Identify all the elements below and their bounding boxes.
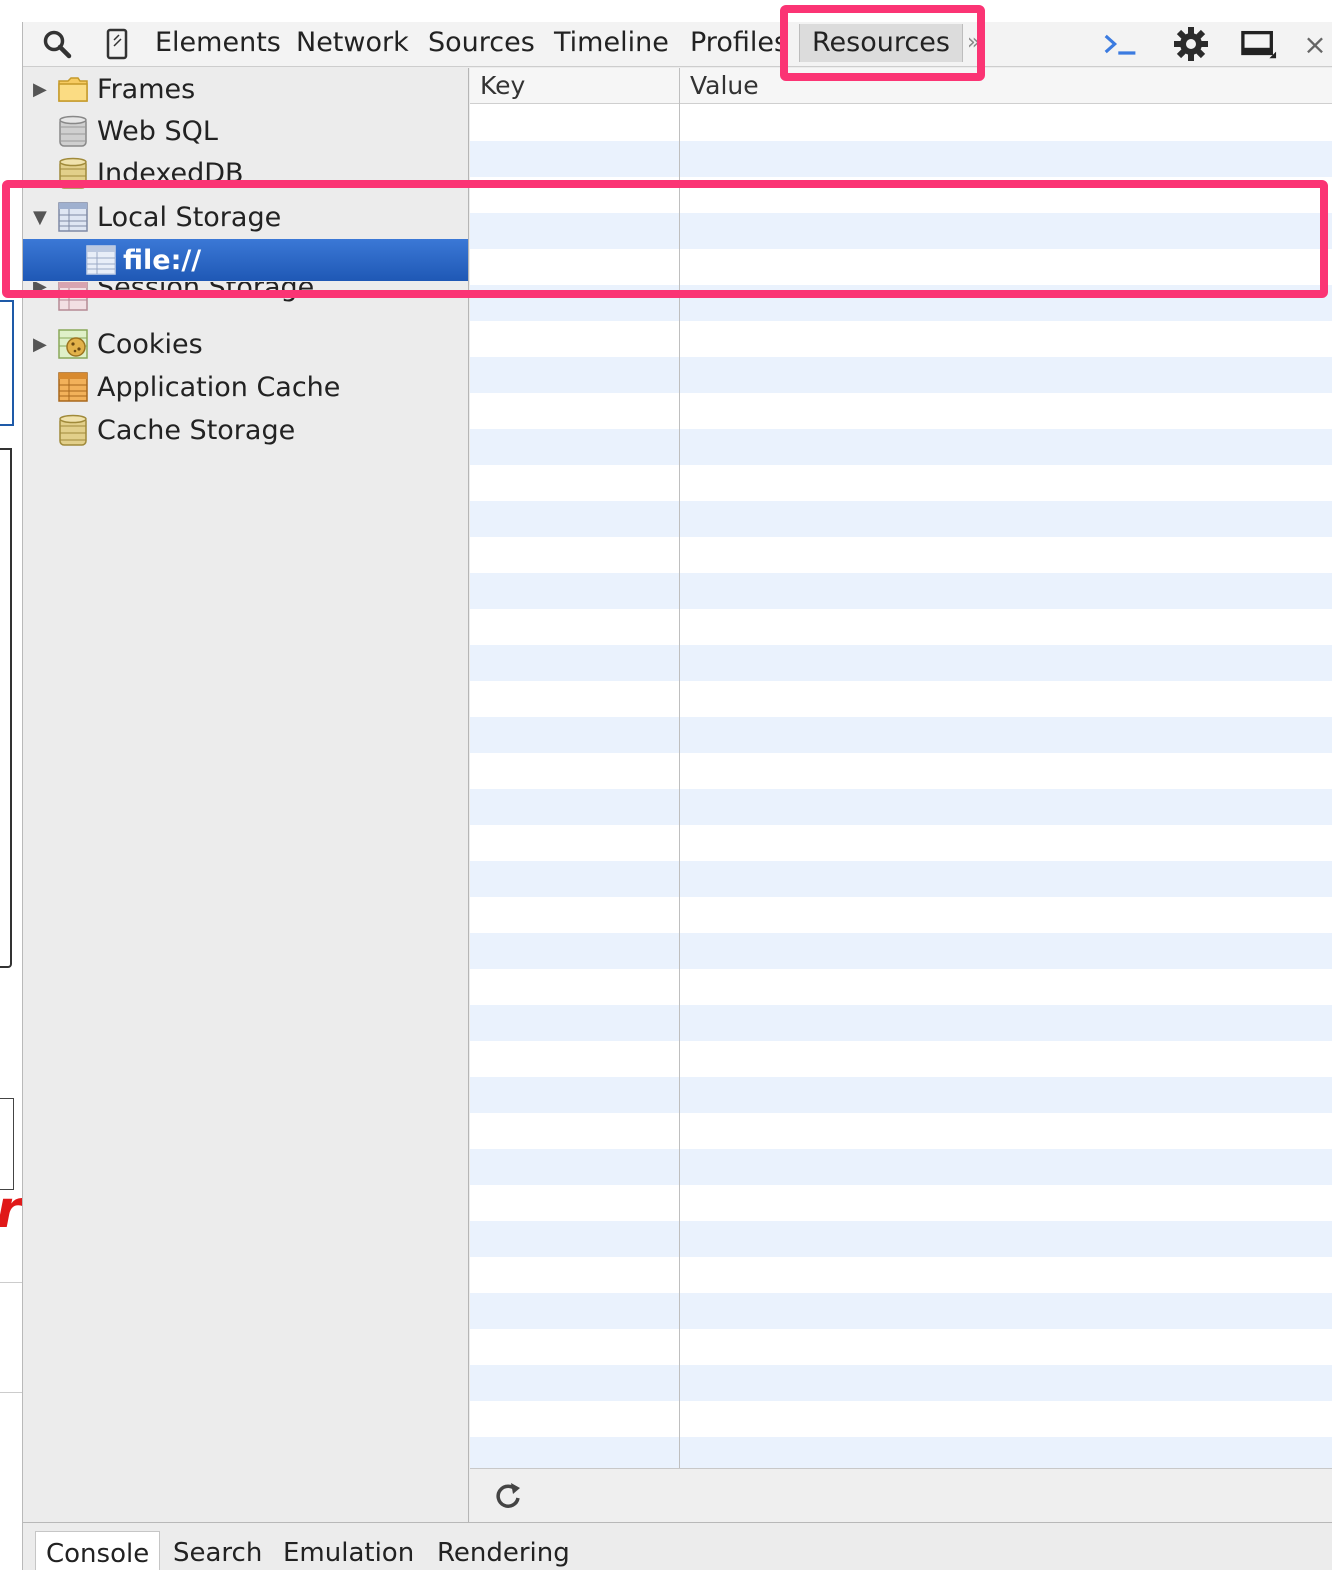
drawer-tab-search[interactable]: Search — [173, 1531, 262, 1570]
sidebar-item-label: Frames — [97, 73, 196, 105]
tab-network[interactable]: Network — [296, 24, 409, 62]
sidebar-item-label: IndexedDB — [97, 157, 244, 189]
sidebar-item-frames[interactable]: ▶ Frames — [23, 68, 468, 110]
cookie-icon — [57, 328, 89, 360]
grid-row — [470, 1005, 1332, 1041]
background-textarea — [0, 448, 12, 968]
grid-row — [470, 933, 1332, 969]
database-icon — [57, 157, 89, 189]
sidebar-item-cookies[interactable]: ▶ Cookies — [23, 323, 468, 365]
background-field — [0, 1098, 14, 1190]
sidebar-item-session-storage[interactable]: ▶ Session Storage — [23, 282, 468, 316]
drawer-tab-rendering[interactable]: Rendering — [437, 1531, 570, 1570]
grid-row — [470, 573, 1332, 609]
grid-row — [470, 861, 1332, 897]
folder-icon — [57, 73, 89, 105]
storage-data-grid: Key Value — [470, 68, 1332, 1522]
sidebar-item-local-storage[interactable]: ▼ Local Storage — [23, 196, 468, 238]
expand-arrow-icon[interactable]: ▶ — [33, 334, 53, 355]
sidebar-item-label: Application Cache — [97, 371, 341, 403]
column-header-key[interactable]: Key — [480, 68, 525, 104]
sidebar-item-label: Web SQL — [97, 115, 218, 147]
sidebar-item-label: Cookies — [97, 328, 203, 360]
sidebar-item-label: Local Storage — [97, 201, 282, 233]
grid-row — [470, 213, 1332, 249]
grid-row — [470, 645, 1332, 681]
grid-rows — [470, 105, 1332, 1473]
resources-sidebar: ▶ Frames Web SQL IndexedDB ▼ Local Stora… — [23, 68, 469, 1522]
tab-profiles[interactable]: Profiles — [690, 24, 788, 62]
column-divider[interactable] — [679, 68, 680, 1468]
devtools-panel: Elements Network Sources Timeline Profil… — [22, 22, 1332, 1570]
grid-footer — [470, 1468, 1332, 1522]
grid-row — [470, 285, 1332, 321]
grid-row — [470, 357, 1332, 393]
refresh-icon[interactable] — [492, 1479, 524, 1511]
sidebar-item-label: Session Storage — [97, 282, 315, 303]
settings-gear-icon[interactable] — [1173, 26, 1209, 62]
background-divider — [0, 1282, 22, 1283]
database-icon — [57, 414, 89, 446]
more-tabs-marker[interactable]: » — [967, 24, 980, 62]
column-header-value[interactable]: Value — [690, 68, 759, 104]
drawer-tab-console[interactable]: Console — [35, 1531, 161, 1570]
grid-row — [470, 1149, 1332, 1185]
collapse-arrow-icon[interactable]: ▼ — [33, 207, 53, 228]
drawer-tab-emulation[interactable]: Emulation — [283, 1531, 414, 1570]
dock-side-icon[interactable] — [1241, 26, 1277, 62]
console-drawer-icon[interactable] — [1103, 26, 1139, 62]
tab-resources[interactable]: Resources — [799, 24, 963, 62]
grid-row — [470, 141, 1332, 177]
sidebar-item-web-sql[interactable]: Web SQL — [23, 110, 468, 152]
app-cache-icon — [57, 371, 89, 403]
grid-header: Key Value — [470, 68, 1332, 104]
grid-row — [470, 717, 1332, 753]
grid-row — [470, 1077, 1332, 1113]
grid-row — [470, 1365, 1332, 1401]
device-mode-icon[interactable] — [99, 26, 135, 62]
sidebar-item-cache-storage[interactable]: Cache Storage — [23, 409, 468, 451]
tab-elements[interactable]: Elements — [155, 24, 281, 62]
sidebar-item-indexeddb[interactable]: IndexedDB — [23, 152, 468, 194]
tab-timeline[interactable]: Timeline — [554, 24, 669, 62]
background-input-box — [0, 300, 14, 426]
storage-table-icon — [85, 244, 117, 276]
database-icon — [57, 115, 89, 147]
expand-arrow-icon[interactable]: ▶ — [33, 282, 53, 297]
grid-row — [470, 1221, 1332, 1257]
sidebar-item-label: file:// — [123, 244, 202, 276]
tab-sources[interactable]: Sources — [428, 24, 535, 62]
grid-row — [470, 501, 1332, 537]
close-icon[interactable]: × — [1297, 26, 1332, 62]
drawer-tabbar: Console Search Emulation Rendering — [23, 1522, 1332, 1570]
expand-arrow-icon[interactable]: ▶ — [33, 79, 53, 100]
sidebar-item-file-origin[interactable]: file:// — [23, 239, 468, 281]
background-divider — [0, 1392, 22, 1393]
search-icon[interactable] — [39, 26, 75, 62]
devtools-toolbar: Elements Network Sources Timeline Profil… — [23, 22, 1332, 67]
sidebar-item-application-cache[interactable]: Application Cache — [23, 366, 468, 408]
background-page — [0, 0, 22, 1570]
grid-row — [470, 1293, 1332, 1329]
storage-table-icon — [57, 201, 89, 233]
grid-row — [470, 429, 1332, 465]
sidebar-item-label: Cache Storage — [97, 414, 296, 446]
storage-table-icon — [57, 282, 89, 312]
grid-row — [470, 789, 1332, 825]
